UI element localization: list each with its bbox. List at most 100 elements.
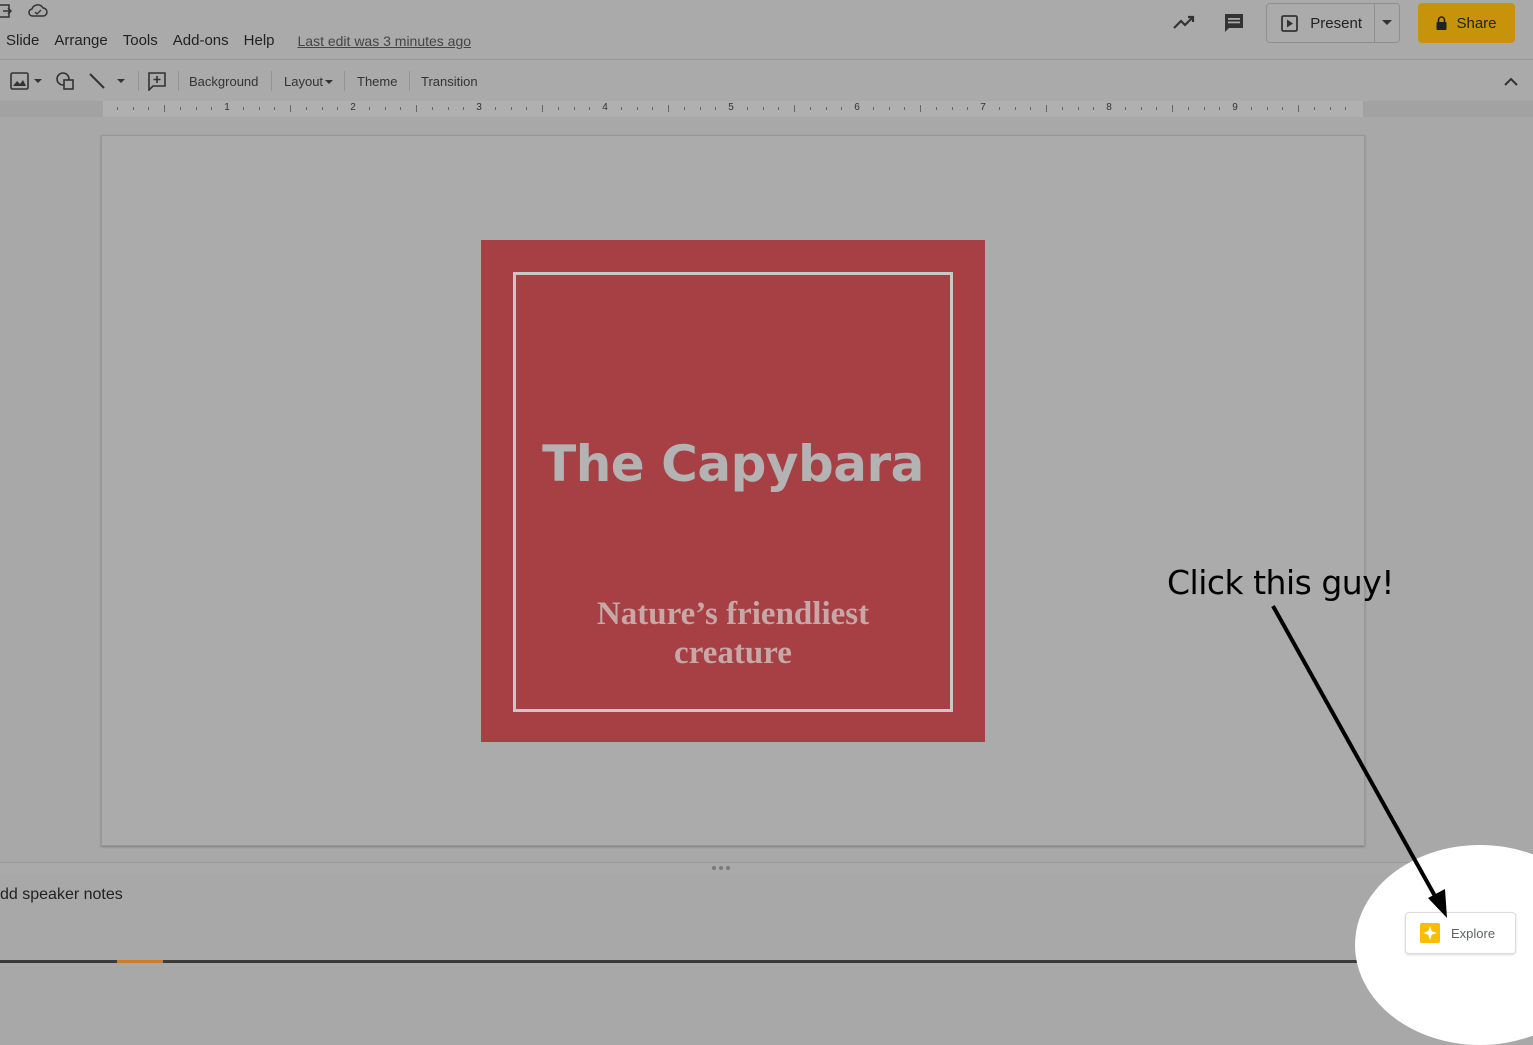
ruler-tick <box>1266 107 1268 110</box>
ruler-tick <box>290 105 291 112</box>
present-button[interactable]: Present <box>1267 4 1375 42</box>
last-edit-link[interactable]: Last edit was 3 minutes ago <box>298 33 472 49</box>
ruler-tick <box>148 107 150 110</box>
slide-subtitle[interactable]: Nature’s friendliest creature <box>541 595 925 673</box>
toolbar-divider <box>409 71 410 91</box>
cloud-saved-icon[interactable] <box>28 3 48 19</box>
menu-help[interactable]: Help <box>244 32 275 49</box>
shapes-icon <box>56 72 74 90</box>
ruler-tick <box>1140 107 1142 110</box>
comments-button[interactable] <box>1216 5 1252 41</box>
ruler-tick <box>368 107 370 110</box>
ruler-number: 7 <box>980 102 986 113</box>
ruler-tick <box>668 105 669 112</box>
add-comment-icon <box>148 72 166 91</box>
transition-label: Transition <box>421 73 478 89</box>
menu-tools[interactable]: Tools <box>123 32 158 49</box>
annotation-callout: Click this guy! <box>1167 563 1394 602</box>
line-icon <box>89 73 105 89</box>
new-comment-button[interactable] <box>147 60 167 102</box>
hide-menus-button[interactable] <box>1503 60 1519 102</box>
slide-title[interactable]: The Capybara <box>481 435 985 493</box>
ruler-number: 5 <box>728 102 734 113</box>
ruler-tick <box>211 107 213 110</box>
ruler-tick <box>794 105 795 112</box>
comment-icon <box>1225 14 1244 32</box>
speaker-notes-area[interactable]: dd speaker notes <box>0 873 1533 960</box>
slide[interactable]: The Capybara Nature’s friendliest creatu… <box>101 135 1365 846</box>
ruler-tick <box>872 107 874 110</box>
caret-down-icon <box>1382 20 1392 25</box>
share-button[interactable]: Share <box>1418 3 1515 43</box>
ruler-number: 6 <box>854 102 860 113</box>
ruler-tick <box>1077 107 1079 110</box>
ruler-tick <box>258 107 260 110</box>
ruler-tick <box>1046 105 1047 112</box>
menu-arrange[interactable]: Arrange <box>54 32 107 49</box>
ruler-tick <box>164 105 165 112</box>
explore-button[interactable]: Explore <box>1405 912 1516 954</box>
ruler-tick <box>526 107 528 110</box>
toolbar-divider <box>138 71 139 91</box>
ruler-tick <box>510 107 512 110</box>
layout-button[interactable]: Layout <box>284 60 334 102</box>
ruler-tick <box>132 107 134 110</box>
line-options-dropdown[interactable] <box>115 60 127 102</box>
present-options-dropdown[interactable] <box>1375 4 1399 42</box>
activity-dashboard-button[interactable] <box>1166 5 1202 41</box>
menu-add-ons[interactable]: Add-ons <box>173 32 229 49</box>
present-label: Present <box>1310 14 1362 32</box>
ruler-tick <box>620 107 622 110</box>
insert-image-button[interactable] <box>10 60 43 102</box>
menu-slide[interactable]: Slide <box>6 32 39 49</box>
ruler-tick <box>683 107 685 110</box>
ruler-tick <box>195 107 197 110</box>
move-to-folder-icon[interactable] <box>0 3 14 19</box>
ruler-tick <box>920 105 921 112</box>
ruler-tick <box>1061 107 1063 110</box>
ruler-tick <box>305 107 307 110</box>
slide-canvas-area: The Capybara Nature’s friendliest creatu… <box>0 117 1533 862</box>
ruler-tick <box>416 105 417 112</box>
ruler-tick <box>573 107 575 110</box>
explore-icon <box>1420 923 1440 943</box>
ruler-tick <box>447 107 449 110</box>
ruler-tick <box>1298 105 1299 112</box>
ruler-tick <box>1250 107 1252 110</box>
ruler-tick <box>1124 107 1126 110</box>
lock-icon <box>1436 16 1447 30</box>
ruler-tick <box>1156 107 1158 110</box>
toolbar-divider <box>271 71 272 91</box>
explore-label: Explore <box>1451 925 1496 941</box>
present-button-group: Present <box>1266 3 1400 43</box>
shape-button[interactable] <box>55 60 75 102</box>
present-play-icon <box>1281 14 1299 32</box>
theme-label: Theme <box>357 73 398 89</box>
title-card[interactable]: The Capybara Nature’s friendliest creatu… <box>481 240 985 742</box>
background-label: Background <box>189 73 259 89</box>
theme-button[interactable]: Theme <box>357 60 397 102</box>
ruler-tick <box>715 107 717 110</box>
speaker-notes-placeholder: dd speaker notes <box>0 886 123 903</box>
ruler-number: 4 <box>602 102 608 113</box>
caret-down-icon <box>117 79 125 83</box>
ruler-tick <box>274 107 276 110</box>
slide-subtitle-line: creature <box>674 635 792 671</box>
ruler-tick <box>1345 107 1347 110</box>
image-icon <box>10 72 29 90</box>
ruler-tick <box>1203 107 1205 110</box>
caret-down-icon <box>34 79 42 83</box>
ruler-track: 1 2 3 4 5 6 7 8 9 <box>103 101 1363 117</box>
background-button[interactable]: Background <box>189 60 258 102</box>
ruler-tick <box>337 107 339 110</box>
transition-button[interactable]: Transition <box>421 60 478 102</box>
chevron-up-icon <box>1504 77 1518 86</box>
ruler-tick <box>179 107 181 110</box>
header-actions: Present Share <box>1166 3 1515 43</box>
ruler-tick <box>589 107 591 110</box>
ruler-tick <box>384 107 386 110</box>
line-button[interactable] <box>88 60 106 102</box>
menu-bar: Slide Arrange Tools Add-ons Help Last ed… <box>6 32 471 49</box>
ruler-tick <box>1282 107 1284 110</box>
ruler-tick <box>1219 107 1221 110</box>
